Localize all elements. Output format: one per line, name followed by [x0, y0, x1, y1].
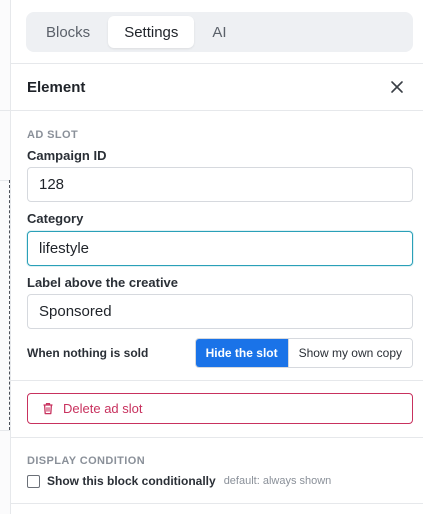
- divider: [11, 437, 423, 438]
- canvas-line: [0, 110, 10, 111]
- panel-title: Element: [27, 78, 86, 96]
- tab-blocks[interactable]: Blocks: [30, 16, 106, 48]
- section-label-ad-slot: AD SLOT: [27, 129, 79, 141]
- category-label: Category: [27, 211, 84, 226]
- conditional-hint: default: always shown: [223, 475, 332, 487]
- delete-wrap: Delete ad slot: [27, 393, 413, 424]
- canvas-line: [0, 430, 10, 431]
- campaign-id-label: Campaign ID: [27, 148, 107, 163]
- label-above-label: Label above the creative: [27, 275, 179, 290]
- panel-header: Element: [11, 64, 423, 111]
- trash-icon: [42, 402, 54, 415]
- sidebar-tabs: Blocks Settings AI: [26, 12, 413, 52]
- section-label-display-condition: DISPLAY CONDITION: [27, 455, 146, 467]
- label-above-label-wrap: Label above the creative: [27, 274, 413, 292]
- display-condition-label-wrap: DISPLAY CONDITION: [27, 451, 413, 469]
- canvas-dashed-border: [0, 180, 10, 430]
- campaign-id-label-wrap: Campaign ID: [27, 147, 413, 165]
- hide-slot-option[interactable]: Hide the slot: [195, 339, 288, 367]
- label-above-input[interactable]: [27, 294, 413, 329]
- category-wrap: [27, 231, 413, 266]
- delete-ad-slot-button[interactable]: Delete ad slot: [27, 393, 413, 424]
- divider: [11, 380, 423, 381]
- campaign-id-input[interactable]: [27, 167, 413, 202]
- label-above-wrap: [27, 294, 413, 329]
- divider: [11, 503, 423, 504]
- nothing-sold-row-wrap: When nothing is sold Hide the slot Show …: [27, 338, 413, 368]
- nothing-sold-toggle: Hide the slot Show my own copy: [194, 338, 413, 368]
- tab-settings[interactable]: Settings: [108, 16, 195, 48]
- conditional-row: Show this block conditionally default: a…: [27, 474, 413, 488]
- conditional-checkbox-label[interactable]: Show this block conditionally: [47, 474, 216, 488]
- category-input[interactable]: [27, 231, 413, 266]
- show-own-copy-option[interactable]: Show my own copy: [287, 339, 412, 367]
- tab-ai[interactable]: AI: [196, 16, 242, 48]
- ad-slot-section-label-wrap: AD SLOT: [27, 125, 413, 143]
- close-icon[interactable]: [387, 77, 407, 97]
- conditional-checkbox[interactable]: [27, 474, 40, 488]
- nothing-sold-label: When nothing is sold: [27, 346, 149, 360]
- canvas-edge: [0, 0, 11, 514]
- category-label-wrap: Category: [27, 210, 413, 228]
- campaign-id-wrap: [27, 167, 413, 202]
- editor-sidebar: Blocks Settings AI Element AD SLOT Campa…: [0, 0, 423, 514]
- nothing-sold-row: When nothing is sold Hide the slot Show …: [27, 338, 413, 368]
- conditional-row-wrap: Show this block conditionally default: a…: [27, 474, 413, 488]
- delete-ad-slot-label: Delete ad slot: [63, 401, 143, 416]
